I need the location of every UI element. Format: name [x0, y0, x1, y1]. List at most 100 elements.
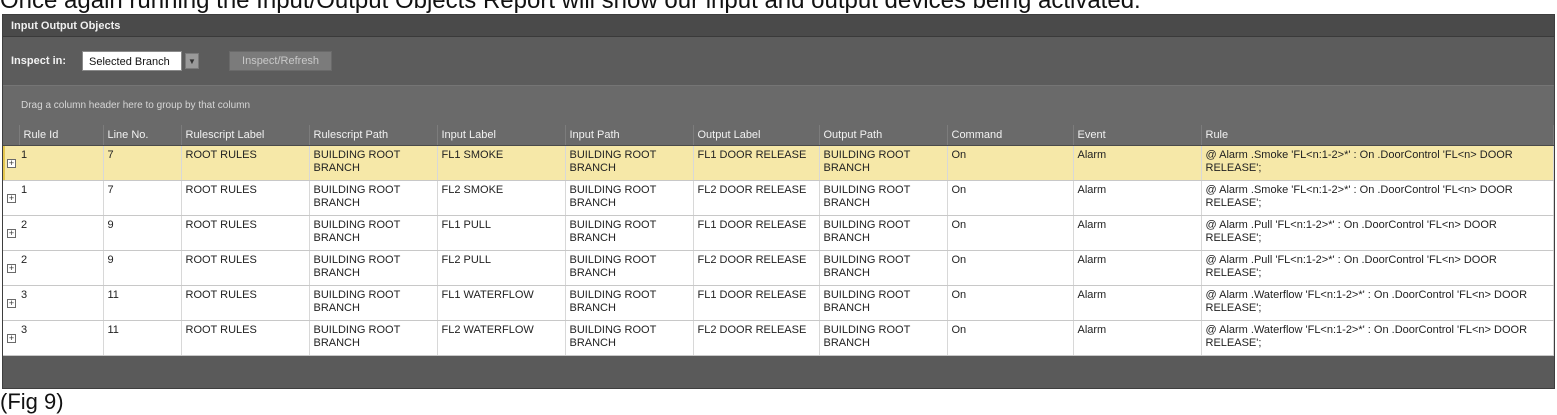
row-expander-cell[interactable]: +: [3, 145, 19, 181]
cell-input-path: BUILDING ROOT BRANCH: [565, 215, 694, 251]
cell-output-path: BUILDING ROOT BRANCH: [819, 215, 948, 251]
column-header-rulescript-label[interactable]: Rulescript Label: [181, 125, 310, 146]
cell-output-label: FL2 DOOR RELEASE: [693, 250, 820, 286]
plus-box-icon[interactable]: +: [7, 228, 16, 238]
cell-input-label: FL1 PULL: [437, 215, 566, 251]
cell-command: On: [947, 250, 1074, 286]
cell-rule: @ Alarm .Smoke 'FL<n:1-2>*' : On .DoorCo…: [1201, 145, 1554, 181]
cell-rulescript-path: BUILDING ROOT BRANCH: [309, 320, 438, 356]
cell-rulescript-label: ROOT RULES: [181, 285, 310, 321]
cell-output-path: BUILDING ROOT BRANCH: [819, 320, 948, 356]
document-intro-text: Once again running the Input/Output Obje…: [0, 0, 1141, 14]
inspect-in-select[interactable]: Selected Branch ▼: [82, 51, 200, 71]
cell-rule-id: 1: [19, 180, 104, 216]
cell-output-path: BUILDING ROOT BRANCH: [819, 285, 948, 321]
group-by-drop-area[interactable]: Drag a column header here to group by th…: [3, 85, 1554, 125]
cell-line-no: 9: [103, 215, 182, 251]
cell-rulescript-path: BUILDING ROOT BRANCH: [309, 215, 438, 251]
plus-box-icon[interactable]: +: [7, 263, 16, 273]
cell-rulescript-label: ROOT RULES: [181, 250, 310, 286]
cell-rulescript-path: BUILDING ROOT BRANCH: [309, 250, 438, 286]
table-row[interactable]: + 2 9 ROOT RULES BUILDING ROOT BRANCH FL…: [3, 250, 1554, 286]
column-header-output-path[interactable]: Output Path: [819, 125, 948, 146]
plus-box-icon[interactable]: +: [7, 158, 16, 168]
grid-header-row: Rule Id Line No. Rulescript Label Rulesc…: [3, 125, 1554, 146]
column-header-input-label[interactable]: Input Label: [437, 125, 566, 146]
cell-output-label: FL1 DOOR RELEASE: [693, 215, 820, 251]
cell-rulescript-label: ROOT RULES: [181, 145, 310, 181]
column-header-input-path[interactable]: Input Path: [565, 125, 694, 146]
cell-rule-id: 1: [19, 145, 104, 181]
cell-output-label: FL2 DOOR RELEASE: [693, 320, 820, 356]
cell-rule-id: 3: [19, 320, 104, 356]
chevron-down-icon[interactable]: ▼: [185, 53, 200, 69]
cell-rule-id: 2: [19, 215, 104, 251]
table-row[interactable]: + 3 11 ROOT RULES BUILDING ROOT BRANCH F…: [3, 320, 1554, 356]
cell-rulescript-label: ROOT RULES: [181, 320, 310, 356]
table-row[interactable]: + 1 7 ROOT RULES BUILDING ROOT BRANCH FL…: [3, 180, 1554, 216]
selection-marker: [3, 145, 5, 179]
cell-output-label: FL2 DOOR RELEASE: [693, 180, 820, 216]
cell-input-path: BUILDING ROOT BRANCH: [565, 285, 694, 321]
cell-command: On: [947, 145, 1074, 181]
cell-rule: @ Alarm .Pull 'FL<n:1-2>*' : On .DoorCon…: [1201, 250, 1554, 286]
inspect-in-label: Inspect in:: [11, 55, 67, 67]
column-header-event[interactable]: Event: [1073, 125, 1202, 146]
cell-rule: @ Alarm .Waterflow 'FL<n:1-2>*' : On .Do…: [1201, 285, 1554, 321]
cell-input-path: BUILDING ROOT BRANCH: [565, 180, 694, 216]
cell-input-path: BUILDING ROOT BRANCH: [565, 145, 694, 181]
figure-caption: (Fig 9): [0, 389, 64, 414]
column-header-output-label[interactable]: Output Label: [693, 125, 820, 146]
cell-command: On: [947, 285, 1074, 321]
plus-box-icon[interactable]: +: [7, 333, 16, 343]
cell-input-label: FL1 SMOKE: [437, 145, 566, 181]
cell-output-path: BUILDING ROOT BRANCH: [819, 180, 948, 216]
column-header-rule-id[interactable]: Rule Id: [19, 125, 104, 146]
table-row[interactable]: + 3 11 ROOT RULES BUILDING ROOT BRANCH F…: [3, 285, 1554, 321]
cell-rule-id: 2: [19, 250, 104, 286]
cell-input-label: FL2 PULL: [437, 250, 566, 286]
row-expander-cell[interactable]: +: [3, 250, 19, 286]
cell-rulescript-label: ROOT RULES: [181, 215, 310, 251]
column-header-rule[interactable]: Rule: [1201, 125, 1554, 146]
cell-event: Alarm: [1073, 215, 1202, 251]
cell-event: Alarm: [1073, 285, 1202, 321]
cell-rulescript-path: BUILDING ROOT BRANCH: [309, 145, 438, 181]
cell-input-path: BUILDING ROOT BRANCH: [565, 320, 694, 356]
cell-event: Alarm: [1073, 145, 1202, 181]
row-expander-cell[interactable]: +: [3, 285, 19, 321]
cell-rule-id: 3: [19, 285, 104, 321]
row-expander-cell[interactable]: +: [3, 215, 19, 251]
cell-rule: @ Alarm .Pull 'FL<n:1-2>*' : On .DoorCon…: [1201, 215, 1554, 251]
inspect-toolbar: Inspect in: Selected Branch ▼ Inspect/Re…: [3, 37, 1554, 85]
input-output-objects-window: Input Output Objects Inspect in: Selecte…: [2, 14, 1555, 389]
table-row[interactable]: + 2 9 ROOT RULES BUILDING ROOT BRANCH FL…: [3, 215, 1554, 251]
cell-line-no: 7: [103, 145, 182, 181]
cell-rulescript-path: BUILDING ROOT BRANCH: [309, 180, 438, 216]
plus-box-icon[interactable]: +: [7, 298, 16, 308]
cell-line-no: 11: [103, 285, 182, 321]
cell-rule: @ Alarm .Waterflow 'FL<n:1-2>*' : On .Do…: [1201, 320, 1554, 356]
plus-box-icon[interactable]: +: [7, 193, 16, 203]
window-title: Input Output Objects: [3, 15, 1554, 37]
cell-line-no: 9: [103, 250, 182, 286]
objects-grid: Rule Id Line No. Rulescript Label Rulesc…: [3, 125, 1554, 356]
cell-output-path: BUILDING ROOT BRANCH: [819, 250, 948, 286]
table-row[interactable]: + 1 7 ROOT RULES BUILDING ROOT BRANCH FL…: [3, 145, 1554, 181]
cell-output-label: FL1 DOOR RELEASE: [693, 285, 820, 321]
cell-input-label: FL2 WATERFLOW: [437, 320, 566, 356]
cell-event: Alarm: [1073, 320, 1202, 356]
column-header-command[interactable]: Command: [947, 125, 1074, 146]
inspect-refresh-button[interactable]: Inspect/Refresh: [229, 51, 333, 71]
cell-input-label: FL1 WATERFLOW: [437, 285, 566, 321]
cell-rule: @ Alarm .Smoke 'FL<n:1-2>*' : On .DoorCo…: [1201, 180, 1554, 216]
cell-output-label: FL1 DOOR RELEASE: [693, 145, 820, 181]
row-expander-cell[interactable]: +: [3, 180, 19, 216]
cell-input-path: BUILDING ROOT BRANCH: [565, 250, 694, 286]
cell-event: Alarm: [1073, 250, 1202, 286]
cell-rulescript-label: ROOT RULES: [181, 180, 310, 216]
column-header-rulescript-path[interactable]: Rulescript Path: [309, 125, 438, 146]
row-expander-cell[interactable]: +: [3, 320, 19, 356]
column-header-line-no[interactable]: Line No.: [103, 125, 182, 146]
inspect-in-value[interactable]: Selected Branch: [82, 51, 183, 71]
